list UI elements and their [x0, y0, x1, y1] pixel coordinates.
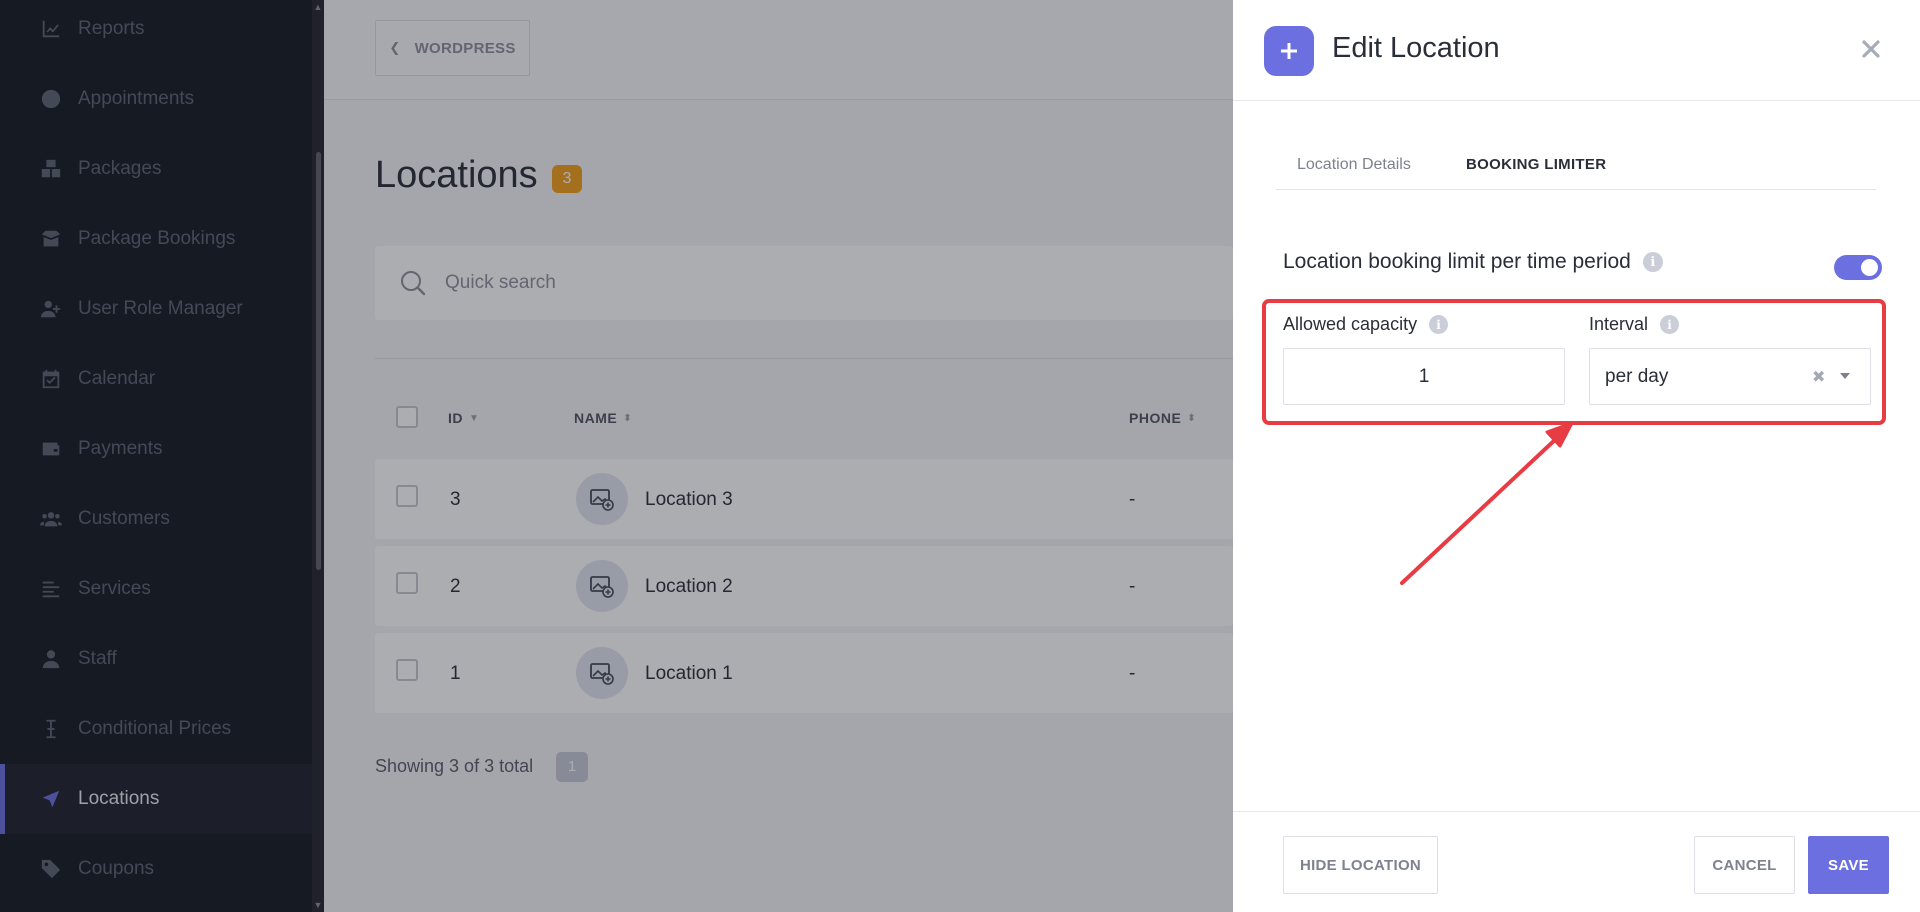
cancel-button[interactable]: CANCEL: [1694, 836, 1795, 894]
booking-limit-label: Location booking limit per time period i: [1283, 250, 1663, 274]
modal-backdrop[interactable]: [0, 0, 1233, 912]
tab-booking-limiter[interactable]: BOOKING LIMITER: [1466, 156, 1606, 173]
tab-location-details[interactable]: Location Details: [1297, 156, 1411, 174]
plus-icon: [1264, 26, 1314, 76]
close-icon[interactable]: [1856, 34, 1886, 64]
save-button[interactable]: SAVE: [1808, 836, 1889, 894]
info-icon[interactable]: i: [1642, 252, 1663, 272]
highlight-annotation-box: [1262, 299, 1886, 425]
edit-location-drawer: Edit Location Location Details BOOKING L…: [1233, 0, 1920, 912]
booking-limit-toggle[interactable]: [1834, 255, 1882, 280]
drawer-header: Edit Location: [1233, 0, 1920, 101]
drawer-title: Edit Location: [1332, 32, 1500, 64]
drawer-footer: HIDE LOCATION CANCEL SAVE: [1233, 811, 1920, 912]
drawer-tabs: Location Details BOOKING LIMITER: [1276, 146, 1876, 190]
hide-location-button[interactable]: HIDE LOCATION: [1283, 836, 1438, 894]
toggle-knob: [1861, 259, 1878, 276]
